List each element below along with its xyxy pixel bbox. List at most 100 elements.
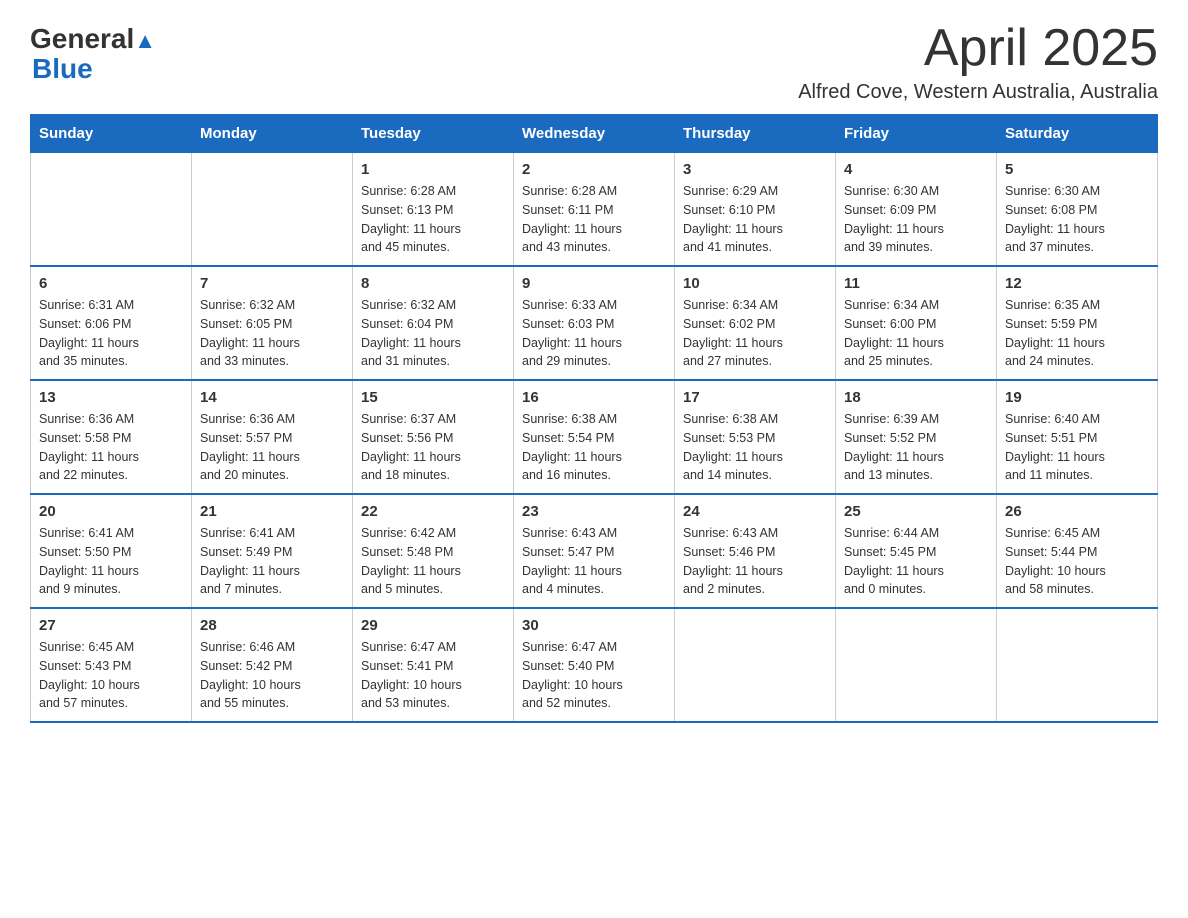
day-number: 5 (1005, 161, 1149, 178)
calendar-cell: 25 Sunrise: 6:44 AM Sunset: 5:45 PM Dayli… (836, 494, 997, 608)
day-info: Sunrise: 6:47 AM Sunset: 5:41 PM Dayligh… (361, 638, 505, 713)
day-info: Sunrise: 6:45 AM Sunset: 5:43 PM Dayligh… (39, 638, 183, 713)
calendar-week-row: 27 Sunrise: 6:45 AM Sunset: 5:43 PM Dayli… (31, 608, 1158, 722)
day-number: 29 (361, 617, 505, 634)
calendar-cell: 17 Sunrise: 6:38 AM Sunset: 5:53 PM Dayli… (675, 380, 836, 494)
calendar-cell: 1 Sunrise: 6:28 AM Sunset: 6:13 PM Daylig… (353, 153, 514, 267)
day-number: 4 (844, 161, 988, 178)
month-title: April 2025 (798, 20, 1158, 77)
calendar-cell (192, 153, 353, 267)
calendar-cell: 11Sunrise: 6:34 AM Sunset: 6:00 PM Dayli… (836, 266, 997, 380)
weekday-header-friday: Friday (836, 115, 997, 153)
day-info: Sunrise: 6:46 AM Sunset: 5:42 PM Dayligh… (200, 638, 344, 713)
weekday-header-thursday: Thursday (675, 115, 836, 153)
day-info: Sunrise: 6:38 AM Sunset: 5:53 PM Dayligh… (683, 410, 827, 485)
day-info: Sunrise: 6:45 AM Sunset: 5:44 PM Dayligh… (1005, 524, 1149, 599)
calendar-cell: 2Sunrise: 6:28 AM Sunset: 6:11 PM Daylig… (514, 153, 675, 267)
weekday-header-sunday: Sunday (31, 115, 192, 153)
day-number: 3 (683, 161, 827, 178)
day-number: 28 (200, 617, 344, 634)
weekday-header-saturday: Saturday (997, 115, 1158, 153)
day-number: 24 (683, 503, 827, 520)
day-number: 11 (844, 275, 988, 292)
calendar-header: SundayMondayTuesdayWednesdayThursdayFrid… (31, 115, 1158, 153)
logo-blue-text: ▲ (134, 28, 156, 53)
day-number: 30 (522, 617, 666, 634)
day-info: Sunrise: 6:41 AM Sunset: 5:50 PM Dayligh… (39, 524, 183, 599)
day-info: Sunrise: 6:30 AM Sunset: 6:09 PM Dayligh… (844, 182, 988, 257)
day-number: 23 (522, 503, 666, 520)
day-info: Sunrise: 6:43 AM Sunset: 5:46 PM Dayligh… (683, 524, 827, 599)
calendar-cell: 27 Sunrise: 6:45 AM Sunset: 5:43 PM Dayli… (31, 608, 192, 722)
calendar-cell: 16 Sunrise: 6:38 AM Sunset: 5:54 PM Dayli… (514, 380, 675, 494)
day-number: 17 (683, 389, 827, 406)
day-number: 15 (361, 389, 505, 406)
day-info: Sunrise: 6:43 AM Sunset: 5:47 PM Dayligh… (522, 524, 666, 599)
day-number: 8 (361, 275, 505, 292)
calendar-cell: 19 Sunrise: 6:40 AM Sunset: 5:51 PM Dayli… (997, 380, 1158, 494)
logo-text: General▲ (30, 25, 156, 53)
calendar-cell: 8Sunrise: 6:32 AM Sunset: 6:04 PM Daylig… (353, 266, 514, 380)
day-number: 7 (200, 275, 344, 292)
calendar-cell: 22Sunrise: 6:42 AM Sunset: 5:48 PM Dayli… (353, 494, 514, 608)
day-info: Sunrise: 6:36 AM Sunset: 5:58 PM Dayligh… (39, 410, 183, 485)
day-number: 1 (361, 161, 505, 178)
day-info: Sunrise: 6:40 AM Sunset: 5:51 PM Dayligh… (1005, 410, 1149, 485)
calendar-week-row: 20 Sunrise: 6:41 AM Sunset: 5:50 PM Dayli… (31, 494, 1158, 608)
day-info: Sunrise: 6:47 AM Sunset: 5:40 PM Dayligh… (522, 638, 666, 713)
calendar-cell: 14Sunrise: 6:36 AM Sunset: 5:57 PM Dayli… (192, 380, 353, 494)
calendar-cell: 5 Sunrise: 6:30 AM Sunset: 6:08 PM Daylig… (997, 153, 1158, 267)
day-number: 25 (844, 503, 988, 520)
calendar-cell: 13 Sunrise: 6:36 AM Sunset: 5:58 PM Dayli… (31, 380, 192, 494)
calendar-cell: 21Sunrise: 6:41 AM Sunset: 5:49 PM Dayli… (192, 494, 353, 608)
day-info: Sunrise: 6:32 AM Sunset: 6:05 PM Dayligh… (200, 296, 344, 371)
calendar-cell: 18 Sunrise: 6:39 AM Sunset: 5:52 PM Dayli… (836, 380, 997, 494)
calendar-cell (836, 608, 997, 722)
day-number: 27 (39, 617, 183, 634)
day-info: Sunrise: 6:30 AM Sunset: 6:08 PM Dayligh… (1005, 182, 1149, 257)
calendar-body: 1 Sunrise: 6:28 AM Sunset: 6:13 PM Daylig… (31, 153, 1158, 723)
day-number: 13 (39, 389, 183, 406)
day-number: 22 (361, 503, 505, 520)
calendar-cell: 26 Sunrise: 6:45 AM Sunset: 5:44 PM Dayli… (997, 494, 1158, 608)
day-number: 18 (844, 389, 988, 406)
day-info: Sunrise: 6:39 AM Sunset: 5:52 PM Dayligh… (844, 410, 988, 485)
calendar-cell: 15 Sunrise: 6:37 AM Sunset: 5:56 PM Dayli… (353, 380, 514, 494)
calendar-week-row: 1 Sunrise: 6:28 AM Sunset: 6:13 PM Daylig… (31, 153, 1158, 267)
day-info: Sunrise: 6:44 AM Sunset: 5:45 PM Dayligh… (844, 524, 988, 599)
location-subtitle: Alfred Cove, Western Australia, Australi… (798, 81, 1158, 104)
weekday-header-row: SundayMondayTuesdayWednesdayThursdayFrid… (31, 115, 1158, 153)
calendar-table: SundayMondayTuesdayWednesdayThursdayFrid… (30, 114, 1158, 723)
weekday-header-monday: Monday (192, 115, 353, 153)
day-number: 10 (683, 275, 827, 292)
calendar-cell: 3 Sunrise: 6:29 AM Sunset: 6:10 PM Daylig… (675, 153, 836, 267)
day-info: Sunrise: 6:34 AM Sunset: 6:02 PM Dayligh… (683, 296, 827, 371)
calendar-cell: 12Sunrise: 6:35 AM Sunset: 5:59 PM Dayli… (997, 266, 1158, 380)
calendar-cell: 30 Sunrise: 6:47 AM Sunset: 5:40 PM Dayli… (514, 608, 675, 722)
day-number: 14 (200, 389, 344, 406)
calendar-cell: 28 Sunrise: 6:46 AM Sunset: 5:42 PM Dayli… (192, 608, 353, 722)
day-info: Sunrise: 6:28 AM Sunset: 6:11 PM Dayligh… (522, 182, 666, 257)
day-number: 9 (522, 275, 666, 292)
day-info: Sunrise: 6:28 AM Sunset: 6:13 PM Dayligh… (361, 182, 505, 257)
day-number: 12 (1005, 275, 1149, 292)
day-info: Sunrise: 6:31 AM Sunset: 6:06 PM Dayligh… (39, 296, 183, 371)
weekday-header-tuesday: Tuesday (353, 115, 514, 153)
calendar-cell: 23 Sunrise: 6:43 AM Sunset: 5:47 PM Dayli… (514, 494, 675, 608)
day-number: 19 (1005, 389, 1149, 406)
calendar-cell: 4 Sunrise: 6:30 AM Sunset: 6:09 PM Daylig… (836, 153, 997, 267)
day-number: 20 (39, 503, 183, 520)
day-info: Sunrise: 6:29 AM Sunset: 6:10 PM Dayligh… (683, 182, 827, 257)
calendar-cell: 29 Sunrise: 6:47 AM Sunset: 5:41 PM Dayli… (353, 608, 514, 722)
calendar-cell: 9Sunrise: 6:33 AM Sunset: 6:03 PM Daylig… (514, 266, 675, 380)
calendar-cell (675, 608, 836, 722)
calendar-cell: 24 Sunrise: 6:43 AM Sunset: 5:46 PM Dayli… (675, 494, 836, 608)
day-number: 26 (1005, 503, 1149, 520)
day-number: 6 (39, 275, 183, 292)
page-header: General▲ Blue April 2025 Alfred Cove, We… (30, 20, 1158, 104)
logo-blue-word: Blue (32, 53, 93, 84)
day-info: Sunrise: 6:37 AM Sunset: 5:56 PM Dayligh… (361, 410, 505, 485)
day-info: Sunrise: 6:41 AM Sunset: 5:49 PM Dayligh… (200, 524, 344, 599)
day-info: Sunrise: 6:38 AM Sunset: 5:54 PM Dayligh… (522, 410, 666, 485)
day-number: 16 (522, 389, 666, 406)
